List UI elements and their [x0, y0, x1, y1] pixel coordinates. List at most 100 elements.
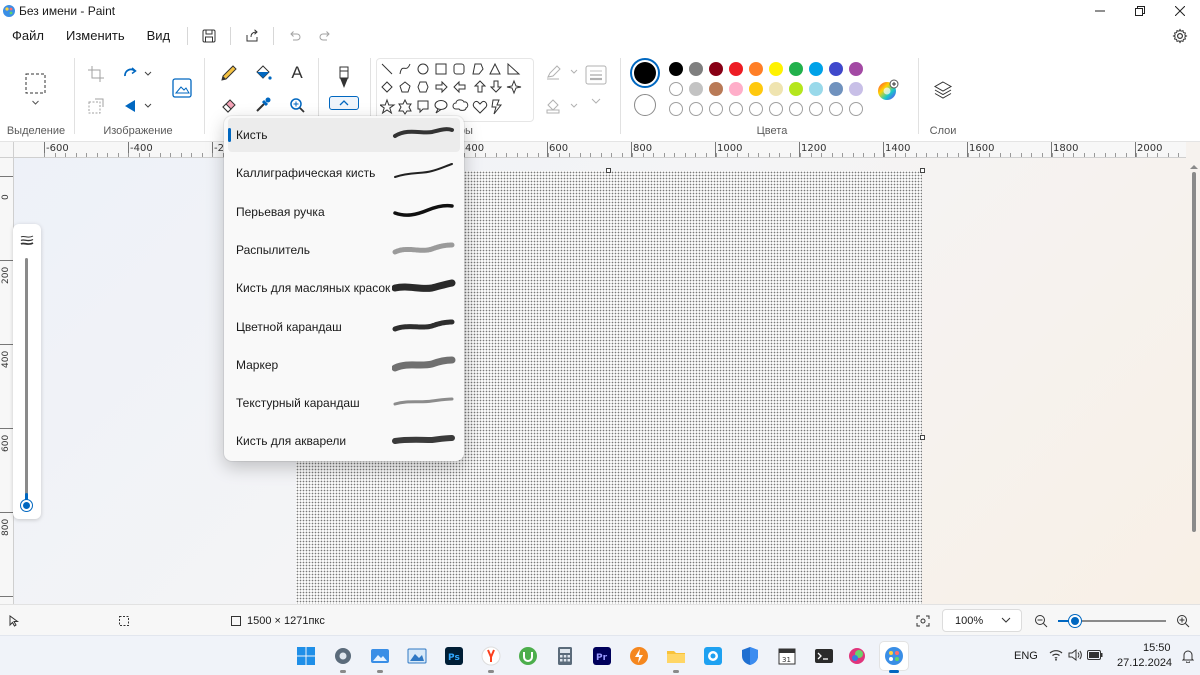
rounded-rectangle-shape-icon[interactable] [453, 63, 465, 75]
lightning-shape-icon[interactable] [491, 99, 503, 115]
fit-to-window-button[interactable] [916, 605, 930, 636]
menu-view[interactable]: Вид [136, 22, 182, 50]
brush-option[interactable]: Кисть [228, 118, 460, 152]
flip-button[interactable] [120, 96, 156, 116]
down-arrow-shape-icon[interactable] [489, 80, 503, 93]
color-swatch[interactable] [769, 62, 783, 76]
text-tool-button[interactable]: A [286, 62, 308, 84]
minimize-button[interactable] [1080, 0, 1120, 22]
pencil-tool-button[interactable] [218, 62, 240, 84]
brush-option[interactable]: Перьевая ручка [228, 195, 460, 229]
line-shape-icon[interactable] [381, 63, 393, 75]
polygon-shape-icon[interactable] [472, 63, 484, 75]
taskbar-calendar[interactable]: 31 [773, 642, 801, 670]
primary-color-slot[interactable] [630, 58, 660, 88]
canvas-resize-handle-right[interactable] [920, 435, 925, 440]
redo-button[interactable] [310, 22, 340, 50]
right-arrow-shape-icon[interactable] [435, 80, 448, 94]
workspace[interactable]: -600 -400 -2 400 600 800 1000 1200 1400 1600 1800 2… [0, 142, 1200, 604]
taskbar-calculator[interactable] [551, 642, 579, 670]
color-swatch[interactable] [689, 62, 703, 76]
taskbar-utorrent[interactable] [514, 642, 542, 670]
clock-date[interactable]: 27.12.2024 [1117, 657, 1172, 669]
image-properties-button[interactable] [170, 76, 194, 100]
color-swatch[interactable] [849, 62, 863, 76]
right-triangle-shape-icon[interactable] [507, 62, 521, 75]
color-swatch[interactable] [849, 82, 863, 96]
taskbar-paint[interactable] [880, 642, 908, 673]
menu-edit[interactable]: Изменить [55, 22, 136, 50]
eraser-tool-button[interactable] [218, 94, 240, 116]
curve-shape-icon[interactable] [399, 63, 411, 75]
zoom-select[interactable]: 100% [942, 609, 1022, 632]
color-swatch[interactable] [769, 82, 783, 96]
custom-color-slot[interactable] [689, 102, 703, 116]
secondary-color-slot[interactable] [634, 94, 656, 116]
custom-color-slot[interactable] [749, 102, 763, 116]
pentagon-shape-icon[interactable] [399, 81, 411, 93]
color-swatch[interactable] [789, 82, 803, 96]
custom-color-slot[interactable] [769, 102, 783, 116]
rectangle-shape-icon[interactable] [435, 63, 447, 75]
taskbar-windows-security[interactable] [736, 642, 764, 670]
save-button[interactable] [194, 22, 224, 50]
four-point-star-shape-icon[interactable] [506, 79, 522, 95]
vertical-scrollbar[interactable] [1190, 162, 1198, 604]
close-button[interactable] [1160, 0, 1200, 22]
scroll-up-icon[interactable] [1190, 164, 1198, 170]
rotate-button[interactable] [120, 64, 156, 84]
canvas-resize-handle-top[interactable] [606, 168, 611, 173]
edit-colors-button[interactable] [876, 78, 900, 102]
color-swatch[interactable] [809, 62, 823, 76]
slider-thumb[interactable] [21, 500, 32, 511]
volume-icon[interactable] [1068, 649, 1082, 661]
taskbar-terminal[interactable] [810, 642, 838, 670]
shape-outline-button[interactable] [544, 62, 580, 82]
six-point-star-shape-icon[interactable] [398, 98, 412, 115]
size-dropdown[interactable] [590, 96, 602, 106]
zoom-slider-thumb[interactable] [1069, 615, 1081, 627]
shape-fill-button[interactable] [544, 96, 580, 116]
taskbar-photoshop[interactable]: Ps [440, 642, 468, 670]
scrollbar-thumb[interactable] [1192, 172, 1196, 532]
taskbar-gallery[interactable] [403, 642, 431, 670]
wifi-icon[interactable] [1049, 649, 1063, 661]
color-swatch[interactable] [729, 62, 743, 76]
custom-color-slot[interactable] [829, 102, 843, 116]
battery-icon[interactable] [1087, 650, 1103, 660]
cloud-callout-shape-icon[interactable] [452, 99, 469, 111]
color-swatch[interactable] [669, 82, 683, 96]
taskbar-foxit[interactable] [625, 642, 653, 670]
left-arrow-shape-icon[interactable] [453, 80, 466, 94]
oval-shape-icon[interactable] [417, 63, 429, 75]
custom-color-slot[interactable] [709, 102, 723, 116]
notification-bell-icon[interactable] [1182, 649, 1194, 663]
color-swatch[interactable] [749, 82, 763, 96]
magnifier-button[interactable] [286, 94, 308, 116]
brush-option[interactable]: Кисть для акварели [228, 424, 460, 458]
start-button[interactable] [292, 642, 320, 670]
custom-color-slot[interactable] [809, 102, 823, 116]
color-swatch[interactable] [689, 82, 703, 96]
brush-option[interactable]: Цветной карандаш [228, 310, 460, 344]
custom-color-slot[interactable] [729, 102, 743, 116]
taskbar-photos[interactable] [366, 642, 394, 673]
five-point-star-shape-icon[interactable] [380, 98, 396, 115]
color-picker-button[interactable] [252, 94, 274, 116]
color-swatch[interactable] [729, 82, 743, 96]
up-arrow-shape-icon[interactable] [473, 80, 487, 93]
color-swatch[interactable] [669, 62, 683, 76]
triangle-shape-icon[interactable] [489, 62, 501, 75]
color-swatch[interactable] [809, 82, 823, 96]
hexagon-shape-icon[interactable] [417, 81, 429, 93]
zoom-out-button[interactable] [1034, 605, 1048, 636]
taskbar-settings[interactable] [329, 642, 357, 673]
color-swatch[interactable] [829, 62, 843, 76]
select-tool-button[interactable] [22, 68, 50, 108]
taskbar-yandex-browser[interactable] [477, 642, 505, 673]
canvas-resize-handle-corner[interactable] [920, 168, 925, 173]
brush-size-slider[interactable] [13, 224, 41, 519]
brush-option[interactable]: Каллиграфическая кисть [228, 156, 460, 190]
resize-button[interactable] [86, 96, 106, 116]
diamond-shape-icon[interactable] [381, 81, 393, 93]
